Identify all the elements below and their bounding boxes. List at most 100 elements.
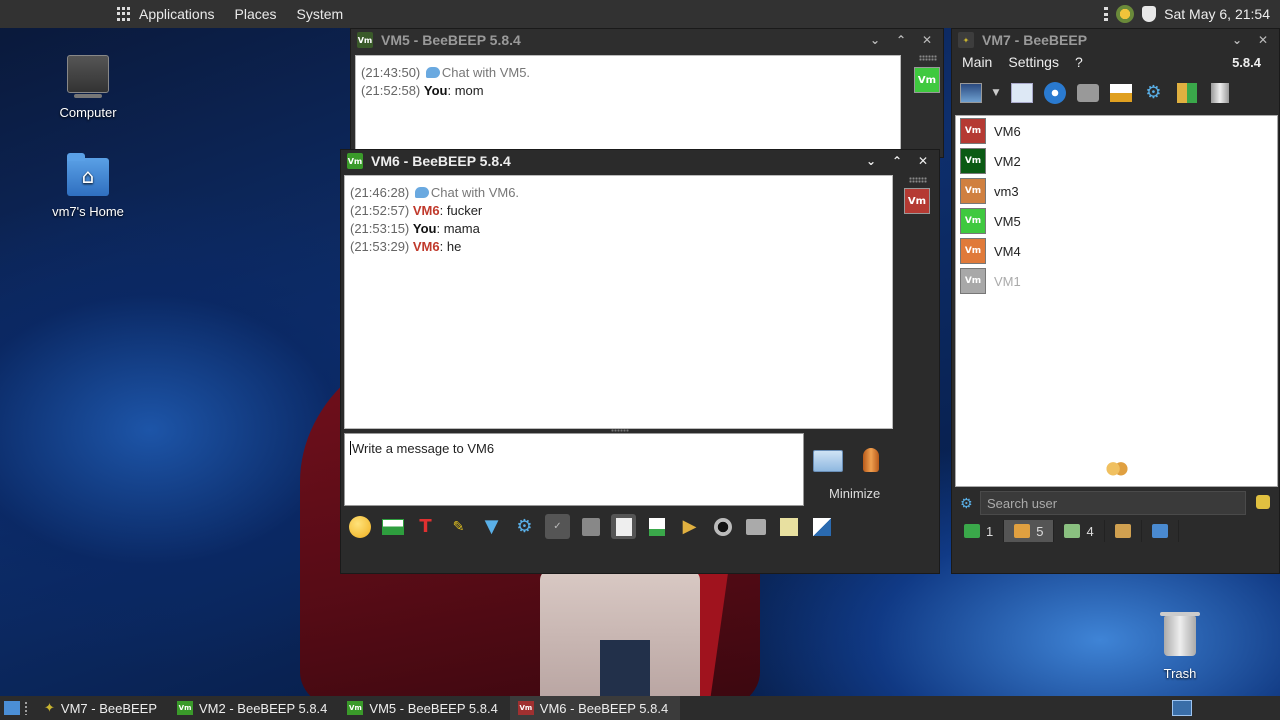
- message-input-placeholder: Write a message to VM6: [352, 441, 495, 456]
- close-icon[interactable]: ✕: [919, 33, 935, 47]
- history-icon[interactable]: [743, 514, 768, 539]
- minimize-icon[interactable]: ⌄: [1229, 33, 1245, 47]
- vm7-main-window[interactable]: ✦ VM7 - BeeBEEP ⌄ ✕ Main Settings ? 5.8.…: [951, 28, 1280, 574]
- vm5-app-icon: Vm: [357, 32, 373, 48]
- taskbar-item-vm7[interactable]: ✦ VM7 - BeeBEEP: [36, 696, 169, 720]
- minimize-label[interactable]: Minimize: [829, 486, 880, 501]
- dock-grip[interactable]: [909, 177, 927, 183]
- applications-icon[interactable]: [117, 7, 131, 21]
- taskbar-grip[interactable]: [24, 701, 28, 715]
- user-row-vm4[interactable]: Vm VM4: [956, 236, 1277, 266]
- download-folder-icon[interactable]: [1174, 80, 1199, 105]
- tab-shares[interactable]: [1142, 520, 1179, 542]
- document-icon[interactable]: [611, 514, 636, 539]
- taskbar-item-vm5[interactable]: Vm VM5 - BeeBEEP 5.8.4: [339, 696, 509, 720]
- message-text: : he: [439, 239, 462, 254]
- status-icon[interactable]: [1009, 80, 1034, 105]
- dictionary-icon[interactable]: [578, 514, 603, 539]
- vm7-titlebar[interactable]: ✦ VM7 - BeeBEEP ⌄ ✕: [952, 29, 1279, 51]
- menu-main[interactable]: Main: [962, 54, 992, 70]
- vm5-chat-window[interactable]: Vm VM5 - BeeBEEP 5.8.4 ⌄ ⌃ ✕ (21:43:50) …: [350, 28, 944, 158]
- desktop-icon-trash[interactable]: Trash: [1120, 612, 1240, 681]
- tab-users[interactable]: 5: [1004, 520, 1055, 542]
- trash-bin-icon[interactable]: [1207, 80, 1232, 105]
- emoticon-icon[interactable]: [347, 514, 372, 539]
- vm-app-icon: Vm: [347, 701, 364, 715]
- clock[interactable]: Sat May 6, 21:54: [1164, 6, 1270, 22]
- clear-search-icon[interactable]: [1256, 495, 1270, 509]
- user-row-vm6[interactable]: Vm VM6: [956, 116, 1277, 146]
- minimize-icon[interactable]: ⌄: [867, 33, 883, 47]
- broadcast-icon[interactable]: [1108, 80, 1133, 105]
- microphone-icon[interactable]: [863, 448, 879, 472]
- plugins-icon[interactable]: ⚙: [1141, 80, 1166, 105]
- vm6-app-icon: Vm: [347, 153, 363, 169]
- maximize-icon[interactable]: ⌃: [889, 154, 905, 168]
- taskbar-item-vm6[interactable]: Vm VM6 - BeeBEEP 5.8.4: [509, 696, 681, 720]
- send-mail-icon[interactable]: [380, 514, 405, 539]
- shield-icon[interactable]: [1142, 6, 1157, 22]
- user-avatar: Vm: [960, 148, 986, 174]
- dropdown-arrow-icon[interactable]: ▼: [991, 80, 1001, 105]
- user-row-vm5[interactable]: Vm VM5: [956, 206, 1277, 236]
- settings-gear-icon[interactable]: ⚙: [512, 514, 537, 539]
- user-avatar: Vm: [960, 118, 986, 144]
- font-icon[interactable]: T: [413, 514, 438, 539]
- desktop-icon-home[interactable]: vm7's Home: [28, 153, 148, 219]
- dock-grip[interactable]: [919, 55, 937, 61]
- detach-icon[interactable]: [809, 514, 834, 539]
- user-row-vm2[interactable]: Vm VM2: [956, 146, 1277, 176]
- taskbar: ✦ VM7 - BeeBEEP Vm VM2 - BeeBEEP 5.8.4 Vm V…: [0, 696, 1280, 720]
- close-icon[interactable]: ✕: [915, 154, 931, 168]
- user-row-vm3[interactable]: Vm vm3: [956, 176, 1277, 206]
- send-folder-icon[interactable]: ▶: [677, 514, 702, 539]
- vm5-user-badge[interactable]: Vm: [914, 67, 940, 93]
- minimize-icon[interactable]: ⌄: [863, 154, 879, 168]
- tray-menu-icon[interactable]: [1104, 7, 1109, 21]
- maximize-icon[interactable]: ⌃: [893, 33, 909, 47]
- font-color-icon[interactable]: ✎: [446, 514, 471, 539]
- vm6-user-badge[interactable]: Vm: [904, 188, 930, 214]
- desktop-icon-computer[interactable]: Computer: [28, 55, 148, 120]
- taskbar-item-label: VM2 - BeeBEEP 5.8.4: [199, 700, 328, 716]
- vm6-chat-window[interactable]: Vm VM6 - BeeBEEP 5.8.4 ⌄ ⌃ ✕ (21:46:28) …: [340, 149, 940, 574]
- beebeep-tray-icon[interactable]: [1116, 5, 1135, 23]
- send-file-icon[interactable]: [644, 514, 669, 539]
- chat-message: (21:43:50) Chat with VM5.: [361, 64, 895, 82]
- filter-icon[interactable]: ▼: [479, 514, 504, 539]
- menu-help[interactable]: ?: [1075, 54, 1083, 70]
- close-icon[interactable]: ✕: [1255, 33, 1271, 47]
- system-menu[interactable]: System: [297, 6, 344, 22]
- workspace-switcher[interactable]: [1172, 700, 1192, 716]
- menu-settings[interactable]: Settings: [1008, 54, 1059, 70]
- taskbar-item-vm2[interactable]: Vm VM2 - BeeBEEP 5.8.4: [169, 696, 339, 720]
- desktop-icon-label: Computer: [59, 105, 117, 120]
- profile-picture-icon[interactable]: [958, 80, 983, 105]
- groups-icon[interactable]: [1075, 80, 1100, 105]
- shares-tab-icon: [1151, 524, 1168, 538]
- show-desktop-icon[interactable]: [4, 701, 20, 715]
- main-toolbar: ▼ ⚙: [958, 80, 1232, 105]
- user-row-vm1[interactable]: Vm VM1: [956, 266, 1277, 296]
- tab-contacts[interactable]: [1105, 520, 1142, 542]
- chat-bubble-icon: [414, 187, 429, 198]
- applications-menu[interactable]: Applications: [139, 6, 215, 22]
- search-user-input[interactable]: Search user: [980, 491, 1246, 515]
- vm6-titlebar[interactable]: Vm VM6 - BeeBEEP 5.8.4 ⌄ ⌃ ✕: [341, 150, 939, 172]
- user-avatar: Vm: [960, 268, 986, 294]
- notes-icon[interactable]: [776, 514, 801, 539]
- message-input[interactable]: Write a message to VM6: [344, 433, 804, 506]
- tab-groups[interactable]: 4: [1054, 520, 1105, 542]
- vm5-titlebar[interactable]: Vm VM5 - BeeBEEP 5.8.4 ⌄ ⌃ ✕: [351, 29, 943, 51]
- spellcheck-icon[interactable]: ✓: [545, 514, 570, 539]
- places-menu[interactable]: Places: [235, 6, 277, 22]
- tab-chats[interactable]: 1: [954, 520, 1005, 542]
- message-time: (21:43:50): [361, 65, 421, 80]
- screenshot-icon[interactable]: [710, 514, 735, 539]
- search-gear-icon[interactable]: ⚙: [960, 495, 973, 512]
- send-icon[interactable]: [813, 450, 843, 472]
- network-icon[interactable]: [1042, 80, 1067, 105]
- splitter-handle[interactable]: [611, 429, 629, 432]
- message-sender: You: [412, 221, 437, 236]
- top-panel: Applications Places System Sat May 6, 21…: [0, 0, 1280, 28]
